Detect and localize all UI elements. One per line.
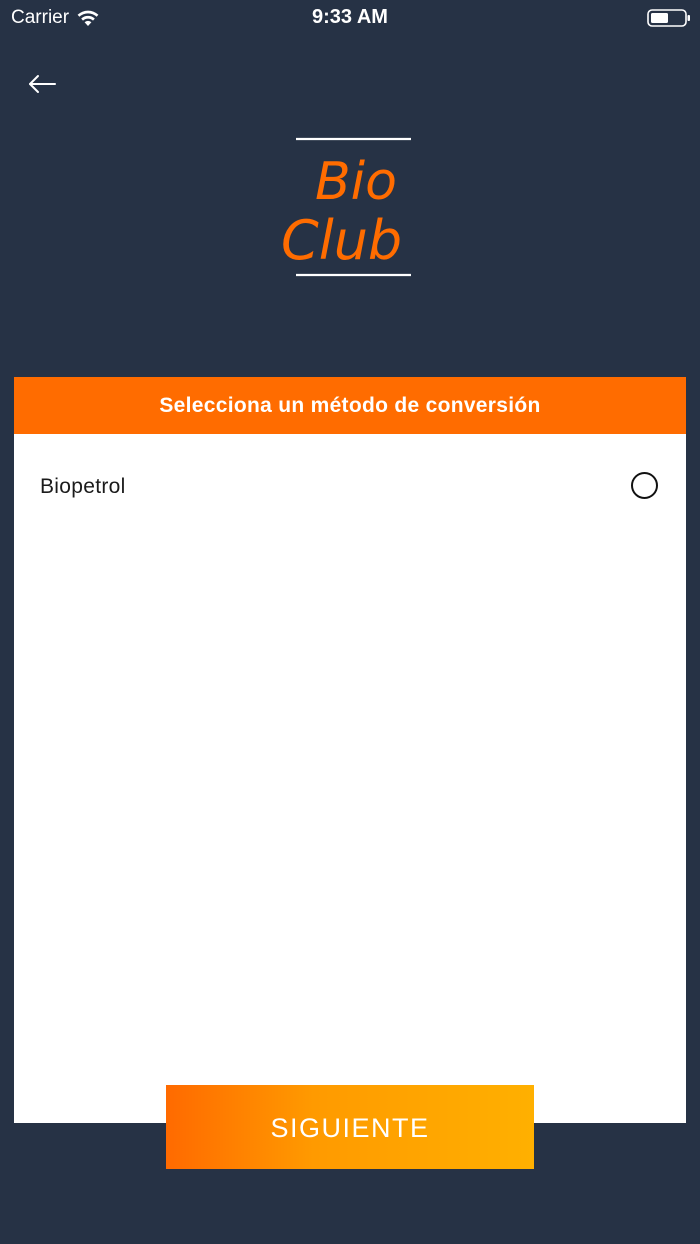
bioclub-logo: Bio Club: [281, 137, 411, 277]
status-bar: Carrier 9:33 AM: [0, 0, 700, 40]
next-button[interactable]: SIGUIENTE: [166, 1085, 534, 1169]
next-button-label: SIGUIENTE: [270, 1112, 430, 1143]
card-title: Selecciona un método de conversión: [159, 393, 541, 417]
radio-button[interactable]: [631, 472, 658, 499]
option-row-biopetrol[interactable]: Biopetrol: [14, 434, 686, 540]
back-button[interactable]: [24, 68, 60, 100]
arrow-left-icon: [29, 75, 56, 93]
option-label: Biopetrol: [40, 475, 126, 498]
conversion-method-card: Selecciona un método de conversión Biope…: [14, 377, 686, 1123]
status-time: 9:33 AM: [312, 6, 388, 28]
battery-icon: [647, 9, 690, 27]
card-header: Selecciona un método de conversión: [14, 377, 686, 434]
logo-text-bio: Bio: [315, 152, 397, 212]
logo-text-club: Club: [281, 209, 402, 272]
